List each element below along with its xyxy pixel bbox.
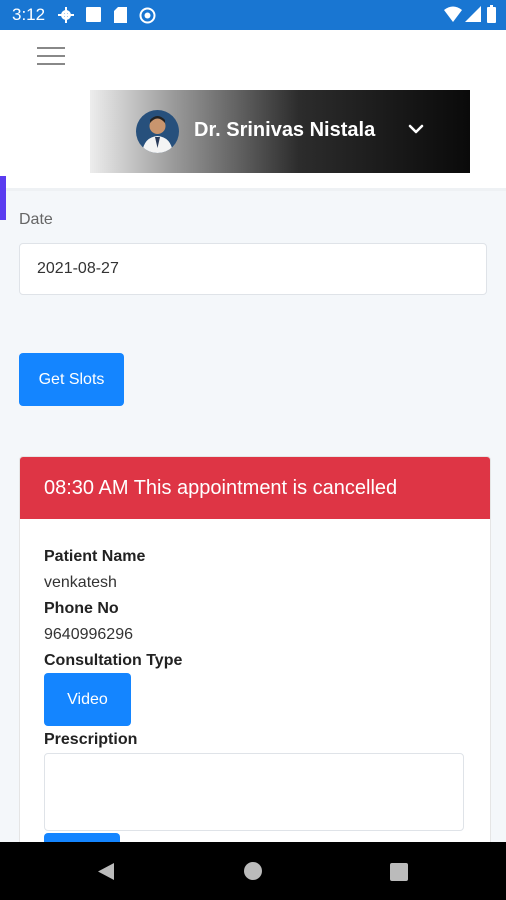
wifi-icon [444, 6, 462, 22]
side-accent-bar [0, 176, 6, 220]
appointment-card: 08:30 AM This appointment is cancelled P… [19, 456, 491, 858]
prescription-label: Prescription [44, 731, 138, 748]
sync-icon [139, 7, 156, 24]
sd-card-icon [114, 7, 127, 23]
system-navigation-bar [0, 842, 506, 900]
notification-square-icon [86, 7, 101, 22]
get-slots-button[interactable]: Get Slots [19, 353, 124, 406]
phone-label: Phone No [44, 600, 119, 617]
patient-name-label: Patient Name [44, 548, 146, 565]
video-consultation-button[interactable]: Video [44, 673, 131, 726]
app-header: Dr. Srinivas Nistala [0, 30, 506, 191]
doctor-name: Dr. Srinivas Nistala [194, 119, 376, 141]
doctor-selector[interactable]: Dr. Srinivas Nistala [90, 90, 470, 173]
patient-name-value: venkatesh [44, 574, 117, 591]
consultation-type-label: Consultation Type [44, 652, 183, 669]
back-icon[interactable] [97, 862, 115, 881]
home-icon[interactable] [243, 861, 263, 881]
status-bar: 3:12 [0, 0, 506, 30]
date-input[interactable]: 2021-08-27 [19, 243, 487, 295]
status-time: 3:12 [12, 5, 46, 24]
signal-icon [465, 6, 481, 22]
appointment-status-header: 08:30 AM This appointment is cancelled [20, 457, 490, 519]
doctor-avatar [136, 110, 179, 153]
date-label: Date [19, 211, 53, 228]
menu-icon[interactable] [37, 47, 65, 67]
prescription-input[interactable] [44, 753, 464, 831]
phone-value: 9640996296 [44, 626, 133, 643]
chevron-down-icon[interactable] [408, 124, 424, 134]
battery-icon [487, 5, 496, 23]
recents-icon[interactable] [390, 863, 408, 881]
settings-icon [58, 7, 74, 23]
